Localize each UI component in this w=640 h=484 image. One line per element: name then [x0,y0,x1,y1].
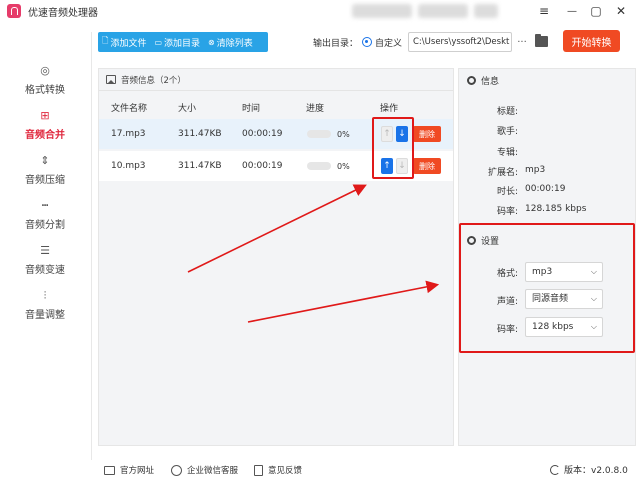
monitor-icon [104,465,115,475]
website-link[interactable]: 官方网址 [104,464,154,476]
footer: 官方网址 企业微信客服 意见反馈 版本：v2.0.8.0 [92,455,640,484]
wechat-label: 企业微信客服 [187,466,239,476]
wechat-support-link[interactable]: 企业微信客服 [171,464,238,476]
website-label: 官方网址 [120,466,155,476]
annotation-arrow [187,184,367,273]
feedback-label: 意见反馈 [268,466,303,476]
version-info: 版本：v2.0.8.0 [550,463,628,476]
version-label: 版本：v2.0.8.0 [564,466,628,476]
chat-icon [171,464,182,476]
annotation-arrows [187,184,440,323]
document-icon [254,464,263,476]
refresh-icon[interactable] [550,464,560,475]
annotation-arrow [247,280,440,323]
feedback-link[interactable]: 意见反馈 [254,464,302,476]
